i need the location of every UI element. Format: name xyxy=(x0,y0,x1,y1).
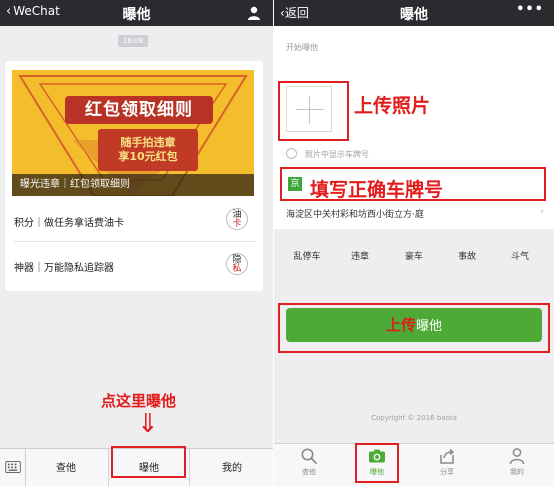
tab-label: 我的 xyxy=(510,468,524,476)
tab-check[interactable]: 查他 xyxy=(284,445,334,477)
location-field[interactable]: 海淀区中关村彩和坊西小街立方·庭 xyxy=(286,207,424,220)
list-item-label[interactable]: 神器｜万能隐私追踪器 xyxy=(14,259,114,274)
radio-label: 照片中显示车牌号 xyxy=(305,150,369,159)
category-option[interactable]: 乱停车 xyxy=(287,249,327,262)
annotation-click-here: 点这里曝他 xyxy=(101,392,177,410)
highlight-box-expose xyxy=(111,446,186,478)
stamp-bottom: 私 xyxy=(232,264,242,274)
keyboard-icon xyxy=(5,461,21,473)
share-icon xyxy=(440,448,455,464)
timestamp: 16:08 xyxy=(118,35,148,47)
fuel-card-icon: 油 卡 xyxy=(226,208,248,230)
highlight-box-upload xyxy=(278,303,550,353)
divider xyxy=(14,241,256,242)
tab-mine[interactable]: 我的 xyxy=(492,445,542,477)
section-label: 开始曝他 xyxy=(286,43,318,52)
highlight-box-tab xyxy=(355,443,399,483)
category-option[interactable]: 事故 xyxy=(447,249,487,262)
keyboard-toggle[interactable] xyxy=(0,448,26,486)
list-item-label[interactable]: 积分｜做任务拿话费油卡 xyxy=(14,214,124,229)
banner-image[interactable]: 红包领取细则 随手拍违章 享10元红包 曝光违章｜红包领取细则 xyxy=(12,70,254,196)
top-bar: ‹ WeChat 曝他 xyxy=(0,0,273,26)
banner-sub-line2: 享10元红包 xyxy=(118,150,178,163)
annotation-upload-photo: 上传照片 xyxy=(354,95,431,117)
menu-divider xyxy=(108,448,109,486)
left-screen: ‹ WeChat 曝他 16:08 红包领取细则 随手拍违章 享10元红包 曝光违… xyxy=(0,0,273,486)
more-icon[interactable]: ••• xyxy=(516,2,544,17)
annotation-plate-input: 填写正确车牌号 xyxy=(310,179,444,201)
tab-share[interactable]: 分享 xyxy=(422,445,472,477)
search-icon xyxy=(301,448,317,464)
person-icon[interactable] xyxy=(247,6,261,20)
banner-subtext: 随手拍违章 享10元红包 xyxy=(98,129,198,171)
top-bar: ‹返回 曝他 ••• xyxy=(274,0,554,26)
highlight-box-photo xyxy=(278,81,349,141)
stamp-bottom: 卡 xyxy=(232,219,242,229)
privacy-icon: 隐 私 xyxy=(226,253,248,275)
menu-item-mine[interactable]: 我的 xyxy=(202,459,262,474)
banner-headline: 红包领取细则 xyxy=(65,96,213,124)
menu-divider xyxy=(189,448,190,486)
tab-label: 查他 xyxy=(302,468,316,476)
page-title: 曝他 xyxy=(400,7,428,23)
tab-label: 分享 xyxy=(440,468,454,476)
right-screen: ‹返回 曝他 ••• 开始曝他 上传照片 照片中显示车牌号 京 填写正确车牌号 … xyxy=(274,0,554,486)
arrow-down-icon: ⇓ xyxy=(137,409,159,439)
copyright: Copyright © 2016 baota xyxy=(371,414,457,422)
banner-caption: 曝光违章｜红包领取细则 xyxy=(12,174,254,196)
banner-sub-line1: 随手拍违章 xyxy=(120,136,176,149)
category-option[interactable]: 违章 xyxy=(340,249,380,262)
chevron-right-icon: › xyxy=(540,206,544,217)
page-title: 曝他 xyxy=(122,7,151,23)
category-option[interactable]: 斗气 xyxy=(500,249,540,262)
person-icon xyxy=(509,448,525,465)
category-option[interactable]: 豪车 xyxy=(394,249,434,262)
menu-item-check[interactable]: 查他 xyxy=(36,459,96,474)
plate-visible-radio[interactable] xyxy=(286,148,297,159)
